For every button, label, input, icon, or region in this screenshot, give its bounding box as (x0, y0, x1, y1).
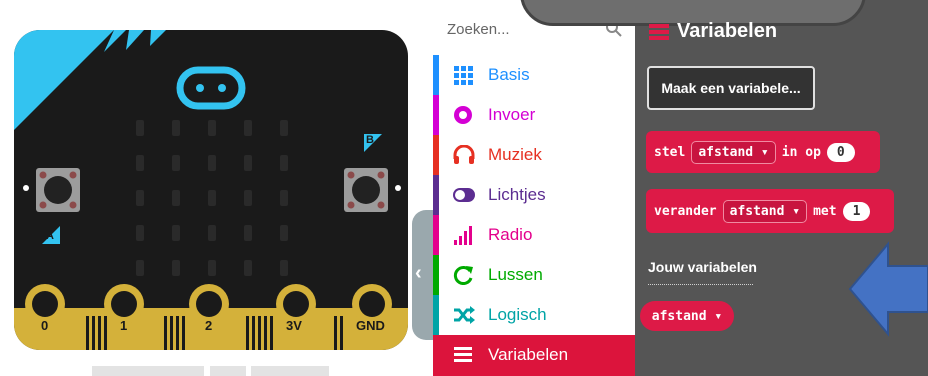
make-variable-button[interactable]: Maak een variabele... (647, 66, 815, 110)
list-icon (649, 24, 669, 40)
category-invoer[interactable]: Invoer (433, 95, 635, 135)
led-matrix (136, 120, 288, 276)
category-label: Lussen (488, 265, 543, 284)
category-basis[interactable]: Basis (433, 55, 635, 95)
category-muziek[interactable]: Muziek (433, 135, 635, 175)
refresh-icon (453, 266, 473, 285)
simulator-panel: 0 1 2 3V GND A B (0, 0, 433, 376)
board-corner-stripe (14, 30, 114, 130)
category-label: Muziek (488, 145, 542, 164)
board-corner-stripe (150, 30, 166, 46)
shuffle-icon (454, 306, 475, 324)
divider (648, 284, 753, 285)
button-b[interactable] (344, 168, 388, 212)
pointer-arrow-icon (848, 241, 928, 337)
value-input[interactable]: 0 (826, 142, 855, 162)
toggle-icon (453, 188, 475, 202)
category-logisch[interactable]: Logisch (433, 295, 635, 335)
set-variable-block[interactable]: stel afstand ▾ in op 0 (646, 131, 880, 173)
category-label: Variabelen (488, 345, 569, 364)
variable-block[interactable]: afstand ▾ (640, 301, 734, 331)
button-b-label: B (366, 134, 374, 146)
grid-icon (454, 66, 473, 85)
category-label: Lichtjes (488, 185, 546, 204)
category-lussen[interactable]: Lussen (433, 255, 635, 295)
sim-toolbar-button[interactable] (210, 366, 246, 376)
signal-bars-icon (454, 226, 472, 245)
list-icon (454, 347, 472, 362)
button-a-label: A (46, 230, 54, 242)
category-lichtjes[interactable]: Lichtjes (433, 175, 635, 215)
pin-label: GND (356, 318, 385, 333)
pin-label: 2 (205, 318, 213, 333)
value-input[interactable]: 1 (842, 201, 871, 221)
pin-label: 3V (286, 318, 302, 333)
button-a[interactable] (36, 168, 80, 212)
variable-dropdown[interactable]: afstand ▾ (722, 199, 808, 223)
block-keyword: met (813, 203, 837, 219)
circle-dot-icon (454, 106, 472, 124)
pin-label: 0 (41, 318, 49, 333)
category-radio[interactable]: Radio (433, 215, 635, 255)
microbit-board (14, 30, 408, 350)
sim-toolbar-button[interactable] (251, 366, 329, 376)
your-variables-label: Jouw variabelen (648, 259, 757, 275)
sim-toolbar-button[interactable] (92, 366, 204, 376)
board-corner-stripe (126, 30, 144, 50)
category-label: Invoer (488, 105, 536, 124)
variable-dropdown[interactable]: afstand ▾ (691, 140, 776, 164)
flyout-title: Variabelen (677, 20, 778, 42)
category-label: Logisch (488, 305, 547, 324)
category-variabelen[interactable]: Variabelen (433, 335, 635, 376)
category-label: Radio (488, 225, 533, 244)
block-keyword: stel (654, 144, 686, 160)
change-variable-block[interactable]: verander afstand ▾ met 1 (646, 189, 894, 233)
chevron-left-icon: ‹ (415, 262, 422, 284)
category-label: Basis (488, 65, 530, 84)
pin-label: 1 (120, 318, 128, 333)
block-keyword: verander (654, 203, 717, 219)
toolbox: Basis Invoer Muziek Lichtjes Radio (433, 0, 635, 376)
block-keyword: in op (781, 144, 821, 160)
logo-icon (176, 66, 246, 110)
headphones-icon (453, 145, 475, 164)
